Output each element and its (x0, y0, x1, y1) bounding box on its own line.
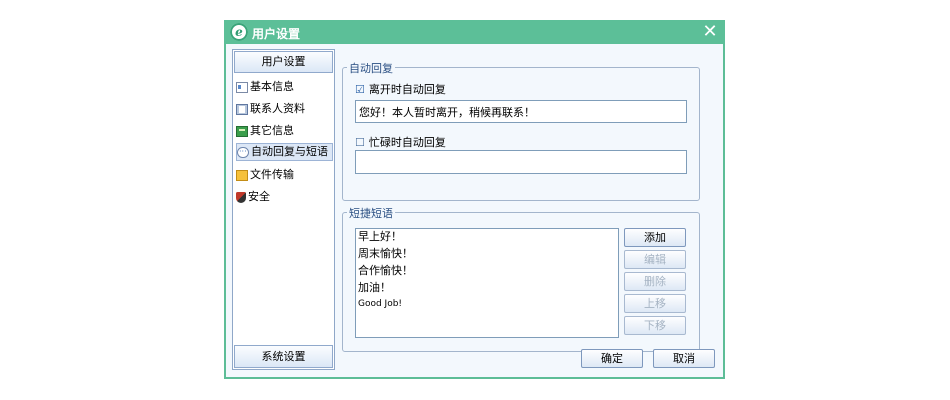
sidebar-item-label: 基本信息 (250, 80, 294, 93)
sidebar-item-label: 安全 (248, 190, 270, 203)
contact-icon (236, 103, 248, 115)
away-auto-reply-checkbox[interactable]: ☑ 离开时自动回复 (355, 81, 446, 97)
close-icon[interactable]: ✕ (701, 22, 719, 42)
app-logo-icon: e (230, 23, 248, 41)
sidebar-item-basic-info[interactable]: 基本信息 (236, 78, 298, 96)
ok-button[interactable]: 确定 (581, 349, 643, 368)
delete-phrase-button[interactable]: 删除 (624, 272, 686, 291)
sidebar-item-contact-profile[interactable]: 联系人资料 (236, 100, 309, 118)
sidebar-footer-system-settings[interactable]: 系统设置 (234, 345, 333, 368)
cancel-button[interactable]: 取消 (653, 349, 715, 368)
chat-bubble-icon (237, 143, 249, 161)
auto-reply-legend: 自动回复 (347, 60, 395, 76)
away-reply-message-input[interactable]: 您好！本人暂时离开，稍候再联系！ (355, 100, 687, 123)
sidebar-item-file-transfer[interactable]: 文件传输 (236, 166, 298, 184)
busy-reply-message-input[interactable] (355, 150, 687, 174)
sidebar-item-label: 自动回复与短语 (251, 145, 328, 158)
sidebar-item-label: 文件传输 (250, 168, 294, 181)
away-auto-reply-label: 离开时自动回复 (368, 83, 446, 96)
busy-auto-reply-label: 忙碌时自动回复 (368, 136, 446, 149)
card-icon (236, 81, 248, 93)
title-bar[interactable]: e 用户设置 ✕ (224, 20, 725, 44)
quick-phrases-legend: 短捷短语 (347, 205, 395, 221)
list-item[interactable]: 早上好！ (358, 230, 402, 244)
dialog-client-area: 用户设置 基本信息 联系人资料 其它信息 自动回复与短语 文件传输 (226, 44, 723, 377)
sidebar-header-user-settings[interactable]: 用户设置 (234, 51, 333, 73)
user-settings-window: e 用户设置 ✕ 用户设置 基本信息 联系人资料 其它信息 自动回复与短语 (224, 20, 725, 379)
move-up-button[interactable]: 上移 (624, 294, 686, 313)
sidebar-item-label: 联系人资料 (250, 102, 305, 115)
sidebar-item-security[interactable]: 安全 (236, 188, 274, 206)
quick-phrases-list[interactable]: 早上好！ 周末愉快！ 合作愉快！ 加油！ Good Job! (355, 228, 619, 338)
list-item[interactable]: 合作愉快！ (358, 264, 413, 278)
book-icon (236, 125, 248, 137)
list-item[interactable]: 周末愉快！ (358, 247, 413, 261)
edit-phrase-button[interactable]: 编辑 (624, 250, 686, 269)
busy-auto-reply-checkbox[interactable]: ☐ 忙碌时自动回复 (355, 134, 446, 150)
checkbox-checked-icon: ☑ (355, 82, 365, 96)
list-item[interactable]: Good Job! (358, 297, 402, 311)
shield-icon (236, 191, 246, 203)
checkbox-unchecked-icon: ☐ (355, 135, 365, 149)
add-phrase-button[interactable]: 添加 (624, 228, 686, 247)
folder-icon (236, 169, 248, 181)
sidebar-item-auto-reply-phrases[interactable]: 自动回复与短语 (236, 143, 333, 161)
list-item[interactable]: 加油！ (358, 281, 391, 295)
settings-sidebar: 用户设置 基本信息 联系人资料 其它信息 自动回复与短语 文件传输 (232, 49, 335, 370)
sidebar-item-other-info[interactable]: 其它信息 (236, 122, 298, 140)
move-down-button[interactable]: 下移 (624, 316, 686, 335)
window-title: 用户设置 (252, 27, 301, 41)
sidebar-item-label: 其它信息 (250, 124, 294, 137)
quick-phrases-group: 短捷短语 早上好！ 周末愉快！ 合作愉快！ 加油！ Good Job! 添加 编… (342, 205, 700, 352)
auto-reply-group: 自动回复 ☑ 离开时自动回复 您好！本人暂时离开，稍候再联系！ ☐ 忙碌时自动回… (342, 60, 700, 201)
